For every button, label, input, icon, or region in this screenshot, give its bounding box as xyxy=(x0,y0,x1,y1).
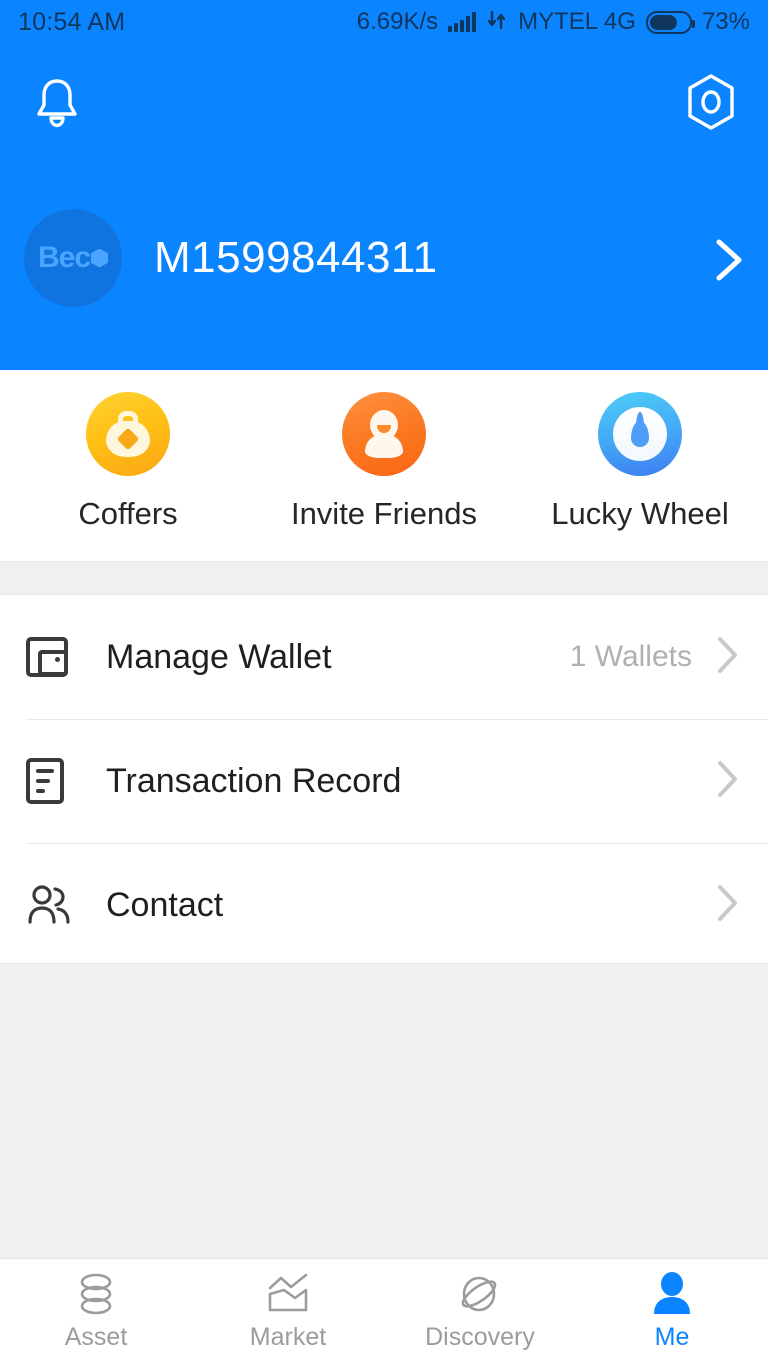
hex-dot-icon xyxy=(91,248,109,268)
shortcut-label: Invite Friends xyxy=(290,496,478,531)
avatar[interactable]: Bec xyxy=(24,209,122,307)
water-drop-icon xyxy=(598,392,682,476)
menu-item-label: Contact xyxy=(106,885,224,924)
menu-item-manage-wallet[interactable]: Manage Wallet 1 Wallets xyxy=(0,595,768,719)
section-divider xyxy=(0,561,768,595)
tab-asset[interactable]: Asset xyxy=(0,1259,192,1365)
username: M1599844311 xyxy=(154,233,438,282)
person-icon xyxy=(649,1272,695,1316)
status-bar-time: 10:54 AM xyxy=(18,7,126,36)
shortcut-row: Coffers Invite Friends Lucky Wheel xyxy=(0,370,768,561)
status-bar-carrier: MYTEL 4G xyxy=(518,8,636,35)
menu-list: Manage Wallet 1 Wallets Transaction Reco… xyxy=(0,595,768,967)
shortcut-lucky-wheel[interactable]: Lucky Wheel xyxy=(513,392,766,532)
tab-label: Me xyxy=(654,1323,690,1351)
line-chart-icon xyxy=(264,1272,312,1316)
battery-icon xyxy=(645,10,695,34)
chevron-right-icon xyxy=(714,758,740,805)
status-bar-indicators: 6.69K/s MYTEL 4G 73% xyxy=(357,8,750,36)
status-bar-network-speed: 6.69K/s xyxy=(356,8,439,35)
wallet-icon xyxy=(26,637,78,677)
tab-label: Asset xyxy=(64,1323,128,1351)
status-bar: 10:54 AM 6.69K/s MYTEL 4G 73% xyxy=(0,0,768,44)
menu-item-value: 1 Wallets xyxy=(569,640,692,673)
avatar-logo-text: Bec xyxy=(37,241,91,274)
tab-discovery[interactable]: Discovery xyxy=(384,1259,576,1365)
people-icon xyxy=(26,884,78,926)
profile-row[interactable]: Bec M1599844311 xyxy=(0,209,768,307)
person-invite-icon xyxy=(342,392,426,476)
bottom-tab-bar: Asset Market Discovery Me xyxy=(0,1258,768,1365)
chevron-right-icon xyxy=(714,634,740,681)
tab-label: Market xyxy=(249,1323,327,1351)
profile-chevron-right-icon[interactable] xyxy=(710,236,746,289)
planet-icon xyxy=(456,1272,504,1316)
document-lines-icon xyxy=(26,758,78,804)
menu-item-label: Manage Wallet xyxy=(106,637,332,676)
tab-me[interactable]: Me xyxy=(576,1259,768,1365)
signal-bars-icon xyxy=(448,12,477,32)
status-bar-battery-percent: 73% xyxy=(701,8,750,35)
empty-area xyxy=(0,963,768,1258)
shortcut-label: Coffers xyxy=(78,496,178,531)
app-screen: 10:54 AM 6.69K/s MYTEL 4G 73% Bec M15998… xyxy=(0,0,768,1365)
chevron-right-icon xyxy=(714,882,740,929)
profile-header: Bec M1599844311 xyxy=(0,44,768,370)
data-transfer-icon xyxy=(486,9,508,36)
money-bag-icon xyxy=(86,392,170,476)
avatar-logo: Bec xyxy=(37,241,109,275)
shortcut-label: Lucky Wheel xyxy=(551,496,729,531)
bell-icon[interactable] xyxy=(26,71,88,133)
menu-item-label: Transaction Record xyxy=(106,761,402,800)
header-icon-row xyxy=(0,62,768,142)
shortcut-invite-friends[interactable]: Invite Friends xyxy=(257,392,510,532)
tab-label: Discovery xyxy=(425,1323,535,1351)
menu-item-transaction-record[interactable]: Transaction Record xyxy=(0,719,768,843)
shortcut-coffers[interactable]: Coffers xyxy=(1,392,254,532)
gear-hex-icon[interactable] xyxy=(680,71,742,133)
tab-market[interactable]: Market xyxy=(192,1259,384,1365)
menu-item-contact[interactable]: Contact xyxy=(0,843,768,967)
coin-stack-icon xyxy=(73,1272,119,1316)
